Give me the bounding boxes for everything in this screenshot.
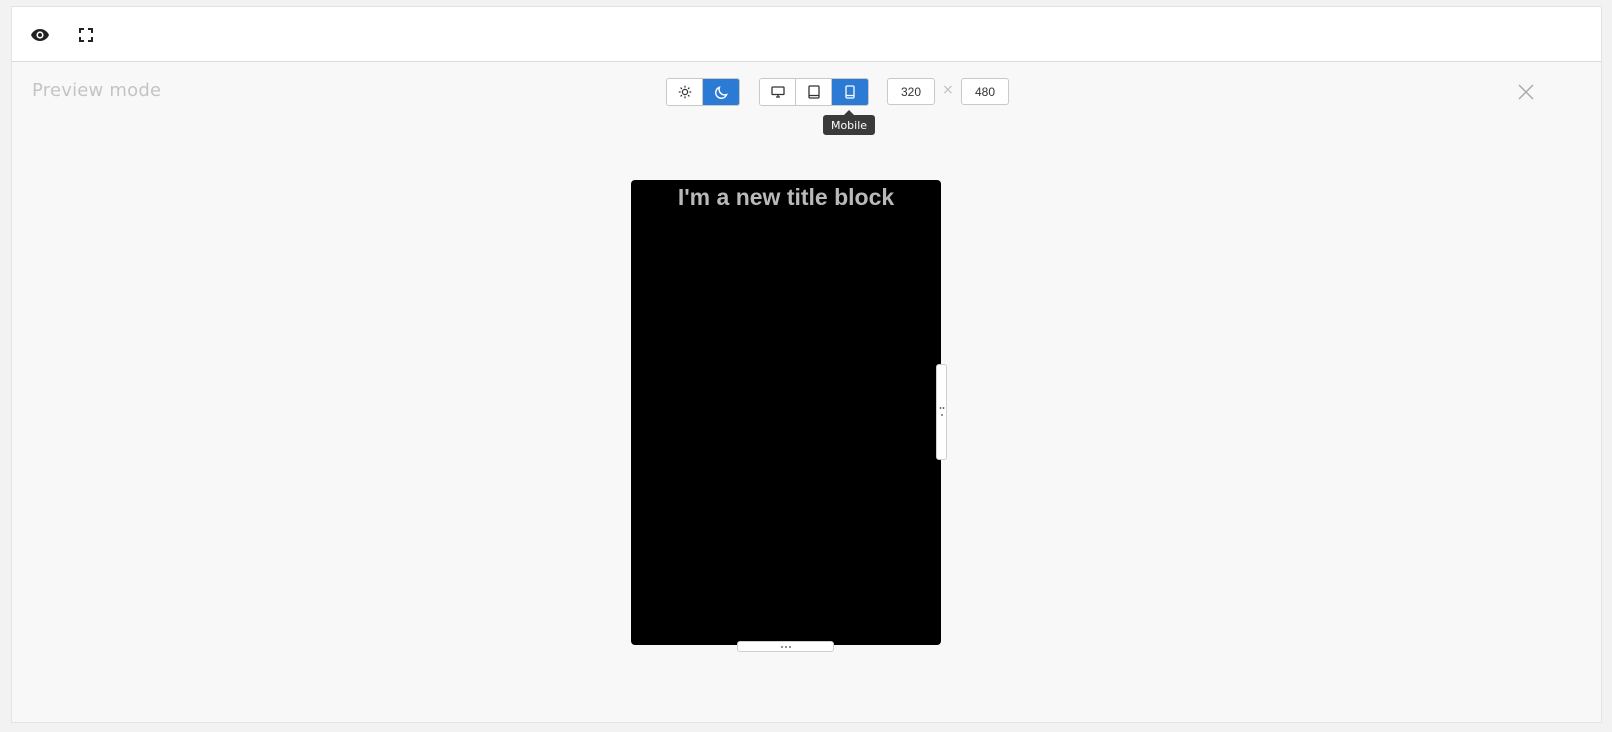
drag-dots-icon: [780, 645, 791, 648]
preview-window: Preview mode Mobile 320 × 480 I'm a new …: [11, 6, 1602, 723]
dimension-separator: ×: [942, 82, 954, 98]
dark-theme-button[interactable]: [703, 79, 739, 105]
close-preview-button[interactable]: [1517, 83, 1535, 101]
device-toggle-group: [759, 78, 869, 106]
device-preview-frame: I'm a new title block: [631, 180, 941, 645]
width-resize-handle[interactable]: [936, 364, 947, 460]
tablet-icon: [807, 85, 820, 99]
height-resize-handle[interactable]: [737, 641, 834, 652]
fullscreen-button[interactable]: [74, 23, 98, 47]
moon-icon: [714, 85, 728, 99]
eye-icon: [31, 29, 49, 41]
device-tooltip: Mobile: [823, 110, 875, 135]
theme-toggle-group: [666, 78, 740, 106]
preview-toggle-button[interactable]: [28, 23, 52, 47]
mobile-icon: [845, 85, 855, 99]
sun-icon: [678, 85, 691, 99]
desktop-view-button[interactable]: [760, 79, 796, 105]
width-input[interactable]: [887, 78, 935, 105]
title-block[interactable]: I'm a new title block: [631, 180, 941, 211]
light-theme-button[interactable]: [667, 79, 703, 105]
close-icon: [1518, 84, 1534, 100]
mobile-view-button[interactable]: [832, 79, 868, 105]
top-toolbar: [12, 7, 1601, 62]
tablet-view-button[interactable]: [796, 79, 832, 105]
drag-dots-icon: [939, 407, 944, 416]
fullscreen-icon: [79, 28, 93, 42]
preview-mode-label: Preview mode: [32, 80, 162, 101]
height-input[interactable]: [961, 78, 1009, 105]
desktop-icon: [770, 86, 785, 98]
